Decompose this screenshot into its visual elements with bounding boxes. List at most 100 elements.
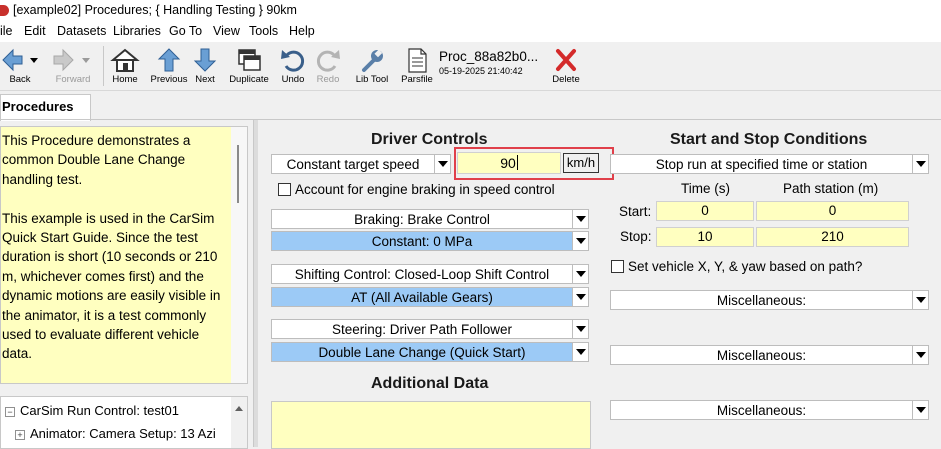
document-icon bbox=[408, 48, 427, 73]
tree-collapse-icon[interactable]: − bbox=[5, 407, 15, 417]
redo-label: Redo bbox=[316, 74, 340, 85]
misc-dropdown-3[interactable]: Miscellaneous: bbox=[610, 400, 929, 420]
menu-view[interactable]: View bbox=[213, 24, 240, 38]
station-header: Path station (m) bbox=[783, 181, 879, 196]
misc-dropdown-2[interactable]: Miscellaneous: bbox=[610, 345, 929, 365]
set-xy-checkbox[interactable] bbox=[611, 260, 624, 273]
stop-time-field[interactable]: 10 bbox=[656, 227, 754, 247]
menu-datasets[interactable]: Datasets bbox=[57, 24, 106, 38]
menu-go-to[interactable]: Go To bbox=[169, 24, 202, 38]
scroll-up-icon[interactable] bbox=[231, 401, 247, 415]
app-icon bbox=[0, 5, 9, 16]
next-label: Next bbox=[195, 74, 215, 85]
stop-station-field[interactable]: 210 bbox=[756, 227, 909, 247]
tree-scrollbar[interactable] bbox=[231, 397, 247, 448]
duplicate-button[interactable]: Duplicate bbox=[226, 47, 272, 85]
notes-panel[interactable]: This Procedure demonstrates a common Dou… bbox=[0, 126, 248, 384]
additional-data-textarea[interactable] bbox=[271, 401, 591, 449]
braking-dropdown[interactable]: Braking: Brake Control bbox=[271, 209, 589, 229]
steering-label: Steering: Driver Path Follower bbox=[331, 322, 513, 337]
speed-highlight-box bbox=[454, 147, 614, 180]
delete-x-icon bbox=[556, 49, 576, 71]
start-stop-heading: Start and Stop Conditions bbox=[670, 131, 868, 148]
shifting-dropdown[interactable]: Shifting Control: Closed-Loop Shift Cont… bbox=[271, 264, 589, 284]
braking-label: Braking: Brake Control bbox=[354, 212, 490, 227]
delete-label: Delete bbox=[552, 74, 580, 85]
chevron-down-icon bbox=[912, 291, 928, 309]
back-label: Back bbox=[9, 74, 31, 85]
undo-button[interactable]: Undo bbox=[278, 47, 308, 85]
menu-help[interactable]: Help bbox=[289, 24, 315, 38]
tree-expand-icon[interactable]: + bbox=[15, 430, 25, 440]
tree-item-animator[interactable]: Animator: Camera Setup: 13 Azi bbox=[30, 426, 216, 441]
engine-braking-checkbox[interactable] bbox=[278, 183, 291, 196]
parsfile-button[interactable]: Parsfile bbox=[399, 47, 435, 85]
chevron-down-icon bbox=[912, 155, 928, 173]
title-bar: [example02] Procedures; { Handling Testi… bbox=[0, 0, 941, 22]
wrench-icon bbox=[362, 49, 383, 72]
menu-libraries[interactable]: Libraries bbox=[113, 24, 161, 38]
braking-value-dropdown[interactable]: Constant: 0 MPa bbox=[271, 231, 589, 251]
tree-item-run-control[interactable]: CarSim Run Control: test01 bbox=[20, 403, 179, 418]
window-title: [example02] Procedures; { Handling Testi… bbox=[13, 3, 297, 17]
steering-dropdown[interactable]: Steering: Driver Path Follower bbox=[271, 319, 589, 339]
home-label: Home bbox=[112, 74, 138, 85]
redo-button[interactable]: Redo bbox=[313, 47, 343, 85]
down-arrow-icon bbox=[193, 48, 217, 72]
duplicate-label: Duplicate bbox=[229, 74, 269, 85]
run-tree: − CarSim Run Control: test01 + Animator:… bbox=[0, 396, 248, 449]
time-header: Time (s) bbox=[681, 181, 730, 196]
start-label: Start: bbox=[619, 204, 652, 219]
tab-procedures[interactable]: Procedures bbox=[0, 94, 91, 121]
panel-splitter[interactable] bbox=[253, 120, 258, 447]
notes-text[interactable]: This Procedure demonstrates a common Dou… bbox=[2, 131, 230, 364]
menu-file[interactable]: ile bbox=[0, 24, 13, 38]
speed-mode-value: Constant target speed bbox=[286, 157, 420, 172]
engine-braking-label: Account for engine braking in speed cont… bbox=[295, 182, 555, 197]
chevron-down-icon bbox=[572, 210, 588, 228]
toolbar-separator bbox=[103, 46, 104, 86]
previous-button[interactable]: Previous bbox=[148, 47, 190, 85]
duplicate-icon bbox=[238, 49, 261, 71]
start-station-field[interactable]: 0 bbox=[756, 201, 909, 221]
braking-value: Constant: 0 MPa bbox=[371, 234, 473, 249]
back-button[interactable]: Back bbox=[0, 47, 40, 85]
steering-value: Double Lane Change (Quick Start) bbox=[318, 345, 526, 360]
forward-button[interactable]: Forward bbox=[50, 47, 96, 85]
forward-label: Forward bbox=[55, 74, 91, 85]
start-time-field[interactable]: 0 bbox=[656, 201, 754, 221]
misc-value-1: Miscellaneous: bbox=[716, 293, 807, 308]
chevron-down-icon bbox=[912, 401, 928, 419]
parsfile-label: Parsfile bbox=[401, 74, 433, 85]
redo-icon bbox=[316, 50, 340, 72]
notes-scrollbar[interactable] bbox=[231, 127, 247, 383]
chevron-down-icon bbox=[572, 343, 588, 361]
additional-data-heading: Additional Data bbox=[371, 375, 489, 392]
chevron-down-icon bbox=[572, 288, 588, 306]
speed-mode-dropdown[interactable]: Constant target speed bbox=[271, 154, 451, 174]
tab-divider bbox=[0, 119, 941, 120]
stop-mode-dropdown[interactable]: Stop run at specified time or station bbox=[610, 154, 929, 174]
chevron-down-icon bbox=[572, 265, 588, 283]
undo-icon bbox=[281, 50, 305, 72]
misc-dropdown-1[interactable]: Miscellaneous: bbox=[610, 290, 929, 310]
chevron-down-icon bbox=[434, 155, 450, 173]
next-button[interactable]: Next bbox=[192, 47, 218, 85]
home-icon bbox=[110, 48, 140, 72]
parsfile-name: Proc_88a82b0... bbox=[439, 49, 539, 64]
parsfile-date: 05-19-2025 21:40:42 bbox=[439, 66, 523, 76]
undo-label: Undo bbox=[281, 74, 305, 85]
shifting-value: AT (All Available Gears) bbox=[351, 290, 493, 305]
delete-button[interactable]: Delete bbox=[550, 47, 582, 85]
menu-tools[interactable]: Tools bbox=[249, 24, 278, 38]
notes-scrollbar-thumb[interactable] bbox=[237, 145, 239, 203]
stop-mode-value: Stop run at specified time or station bbox=[655, 157, 868, 172]
set-xy-label: Set vehicle X, Y, & yaw based on path? bbox=[628, 259, 863, 274]
menu-edit[interactable]: Edit bbox=[24, 24, 46, 38]
menu-bar: ile Edit Datasets Libraries Go To View T… bbox=[0, 22, 941, 42]
parsfile-info: Proc_88a82b0... 05-19-2025 21:40:42 bbox=[439, 49, 538, 76]
lib-tool-button[interactable]: Lib Tool bbox=[352, 47, 392, 85]
home-button[interactable]: Home bbox=[108, 47, 142, 85]
steering-value-dropdown[interactable]: Double Lane Change (Quick Start) bbox=[271, 342, 589, 362]
shifting-value-dropdown[interactable]: AT (All Available Gears) bbox=[271, 287, 589, 307]
